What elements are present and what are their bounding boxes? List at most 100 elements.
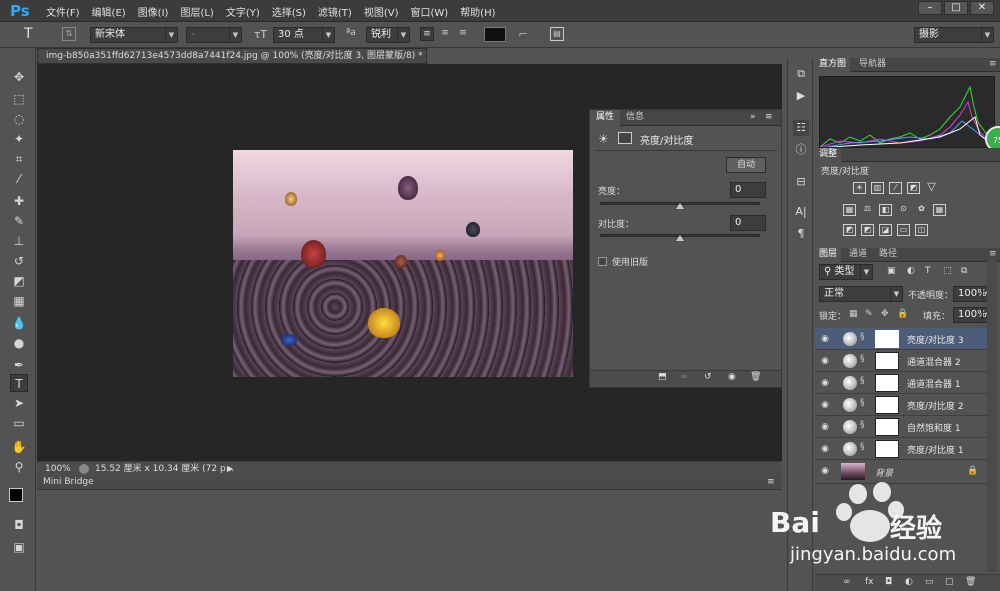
properties-icon[interactable]: ☷: [793, 120, 809, 136]
blend-mode-select[interactable]: 正常 ▼: [819, 286, 903, 302]
blur-tool-icon[interactable]: 💧: [10, 314, 28, 332]
menu-file[interactable]: 文件(F): [40, 4, 86, 19]
collapse-icon[interactable]: »: [750, 112, 756, 122]
hand-tool-icon[interactable]: ✋: [10, 438, 28, 456]
quick-mask-icon[interactable]: ◘: [10, 516, 28, 534]
lock-transparent-icon[interactable]: ▦: [849, 309, 858, 319]
eye-icon[interactable]: ◉: [819, 377, 831, 389]
channel-mixer-icon[interactable]: ✿: [915, 204, 928, 216]
foreground-color-swatch[interactable]: [9, 488, 23, 502]
zoom-level[interactable]: 100%: [45, 462, 71, 476]
pen-tool-icon[interactable]: ✒: [10, 356, 28, 374]
hue-saturation-icon[interactable]: ▦: [843, 204, 856, 216]
eye-icon[interactable]: ◉: [819, 465, 831, 477]
brush-tool-icon[interactable]: ✎: [10, 212, 28, 230]
photo-filter-icon[interactable]: ⊙: [897, 204, 910, 216]
filter-shape-icon[interactable]: ⬚: [943, 266, 952, 276]
layer-name[interactable]: 自然饱和度 1: [907, 421, 961, 434]
levels-icon[interactable]: ▥: [871, 182, 884, 194]
type-tool-icon[interactable]: T: [10, 374, 28, 392]
gradient-map-icon[interactable]: ▭: [897, 224, 910, 236]
link-icon[interactable]: §: [860, 332, 865, 342]
layer-name[interactable]: 亮度/对比度 3: [907, 333, 964, 346]
info-icon[interactable]: ⓘ: [793, 142, 809, 158]
eye-icon[interactable]: ◉: [819, 399, 831, 411]
screen-mode-icon[interactable]: ▣: [10, 538, 28, 556]
layer-mask-thumbnail[interactable]: [875, 352, 899, 370]
align-right-icon[interactable]: ≡: [456, 27, 470, 41]
view-previous-icon[interactable]: ∞: [680, 372, 688, 382]
character-icon[interactable]: A|: [793, 204, 809, 220]
eraser-tool-icon[interactable]: ◩: [10, 272, 28, 290]
healing-brush-tool-icon[interactable]: ✚: [10, 192, 28, 210]
layer-name[interactable]: 通道混合器 2: [907, 355, 961, 368]
align-left-icon[interactable]: ≡: [420, 27, 434, 41]
mask-icon[interactable]: [618, 132, 632, 144]
workspace-select[interactable]: 摄影 ▼: [914, 27, 994, 43]
trash-icon[interactable]: 🗑: [750, 372, 761, 382]
warp-text-icon[interactable]: ⌐: [518, 27, 528, 41]
orientation-toggle-icon[interactable]: ⇅: [62, 27, 76, 41]
link-icon[interactable]: §: [860, 398, 865, 408]
layer-mask-thumbnail[interactable]: [875, 374, 899, 392]
eye-icon[interactable]: ◉: [819, 443, 831, 455]
link-icon[interactable]: §: [860, 354, 865, 364]
eye-icon[interactable]: ◉: [819, 421, 831, 433]
vibrance-icon[interactable]: ▽: [925, 181, 938, 194]
threshold-icon[interactable]: ◪: [879, 224, 892, 236]
invert-icon[interactable]: ◩: [843, 224, 856, 236]
minimize-button[interactable]: –: [918, 1, 942, 15]
magic-wand-tool-icon[interactable]: ✦: [10, 130, 28, 148]
posterize-icon[interactable]: ◩: [861, 224, 874, 236]
path-selection-tool-icon[interactable]: ➤: [10, 394, 28, 412]
antialias-select[interactable]: 锐利 ▼: [366, 27, 410, 43]
eye-icon[interactable]: ◉: [819, 333, 831, 345]
filter-type-icon[interactable]: T: [925, 266, 931, 276]
character-panel-icon[interactable]: ▤: [550, 27, 564, 41]
contrast-input[interactable]: 0: [730, 215, 766, 231]
layer-mask-thumbnail[interactable]: [875, 396, 899, 414]
paragraph-icon[interactable]: ¶: [793, 226, 809, 242]
menu-type[interactable]: 文字(Y): [220, 4, 266, 19]
layer-mask-thumbnail[interactable]: [875, 330, 899, 348]
auto-button[interactable]: 自动: [726, 157, 766, 173]
color-balance-icon[interactable]: ⚖: [861, 204, 874, 216]
tab-channels[interactable]: 通道: [845, 248, 871, 262]
tab-properties[interactable]: 属性: [590, 110, 621, 126]
black-white-icon[interactable]: ◧: [879, 204, 892, 216]
history-brush-tool-icon[interactable]: ↺: [10, 252, 28, 270]
tab-paths[interactable]: 路径: [875, 248, 901, 262]
document-image[interactable]: [233, 150, 573, 377]
tab-histogram[interactable]: 直方图: [815, 58, 851, 72]
menu-view[interactable]: 视图(V): [358, 4, 405, 19]
chevron-right-icon[interactable]: ▶: [227, 462, 233, 476]
layer-name[interactable]: 亮度/对比度 2: [907, 399, 964, 412]
actions-icon[interactable]: ▶: [793, 88, 809, 104]
gradient-tool-icon[interactable]: ▦: [10, 292, 28, 310]
color-lookup-icon[interactable]: ▦: [933, 204, 946, 216]
layer-name[interactable]: 通道混合器 1: [907, 377, 961, 390]
tab-layers[interactable]: 图层: [815, 248, 842, 262]
text-color-swatch[interactable]: [484, 27, 506, 42]
crop-tool-icon[interactable]: ⌗: [10, 150, 28, 168]
layer-row[interactable]: ◉ § 通道混合器 1: [815, 372, 989, 394]
type-tool-icon[interactable]: T: [24, 26, 33, 42]
selective-color-icon[interactable]: ◫: [915, 224, 928, 236]
move-tool-icon[interactable]: ✥: [10, 68, 28, 86]
menu-select[interactable]: 选择(S): [266, 4, 312, 19]
font-style-select[interactable]: - ▼: [186, 27, 242, 43]
link-icon[interactable]: §: [860, 442, 865, 452]
tab-navigator[interactable]: 导航器: [855, 58, 890, 72]
menu-window[interactable]: 窗口(W): [404, 4, 454, 19]
menu-help[interactable]: 帮助(H): [454, 4, 501, 19]
clip-to-layer-icon[interactable]: ⬒: [658, 372, 667, 382]
exposure-icon[interactable]: ◩: [907, 182, 920, 194]
lock-all-icon[interactable]: 🔒: [897, 309, 908, 319]
panel-menu-icon[interactable]: ≡: [765, 112, 773, 122]
filter-smart-icon[interactable]: ⧉: [961, 266, 967, 276]
menu-filter[interactable]: 滤镜(T): [312, 4, 358, 19]
marquee-tool-icon[interactable]: ⬚: [10, 90, 28, 108]
eyedropper-tool-icon[interactable]: ⁄: [10, 170, 28, 188]
layer-row[interactable]: ◉ § 亮度/对比度 2: [815, 394, 989, 416]
brightness-contrast-icon[interactable]: ☀: [853, 182, 866, 194]
